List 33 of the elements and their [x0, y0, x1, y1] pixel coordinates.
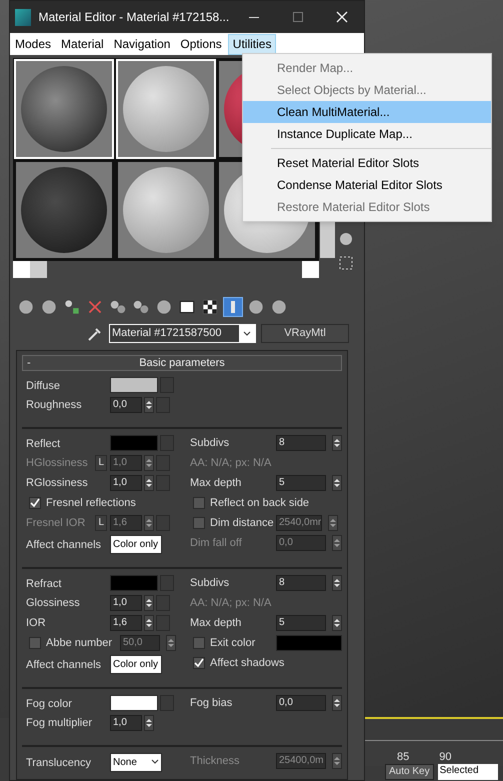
field-label: Subdivs: [190, 436, 230, 451]
field-label: Dim fall off: [190, 536, 242, 551]
field-label: RGlossiness: [26, 476, 88, 491]
field-label: Reflect: [26, 438, 60, 450]
field-label: Fog multiplier: [26, 716, 92, 731]
field-label: Max depth: [190, 476, 242, 491]
field-label: Affect channels: [26, 539, 102, 551]
field-label: Refract: [26, 578, 62, 590]
field-label: Thickness: [190, 754, 240, 769]
rollout-title: Basic parameters: [139, 356, 226, 371]
checkbox-label: Fresnel reflections: [46, 496, 136, 511]
field-label: Fog color: [26, 698, 72, 710]
checkbox-label: Dim distance: [210, 516, 274, 531]
field-label: Glossiness: [26, 596, 80, 611]
window-title: Material Editor - Material #172158...: [38, 9, 230, 26]
field-label: Max depth: [190, 616, 242, 631]
info-text: AA: N/A; px: N/A: [190, 456, 272, 471]
checkbox-label: Abbe number: [46, 636, 112, 651]
field-label: Translucency: [26, 757, 92, 769]
field-label: Affect channels: [26, 659, 102, 671]
field-label: HGlossiness: [26, 456, 88, 471]
field-label: Subdivs: [190, 576, 230, 591]
checkbox-label: Exit color: [210, 636, 256, 651]
frame-label: 90: [439, 750, 452, 764]
info-text: AA: N/A; px: N/A: [190, 596, 272, 611]
frame-label: 85: [397, 750, 410, 764]
field-label: Fresnel IOR: [26, 516, 86, 531]
checkbox-label: Reflect on back side: [210, 496, 310, 511]
field-label: Fog bias: [190, 696, 232, 711]
field-label: IOR: [26, 616, 46, 631]
field-label: Diffuse: [26, 380, 60, 392]
field-label: Roughness: [26, 398, 82, 413]
checkbox-label: Affect shadows: [210, 656, 284, 671]
